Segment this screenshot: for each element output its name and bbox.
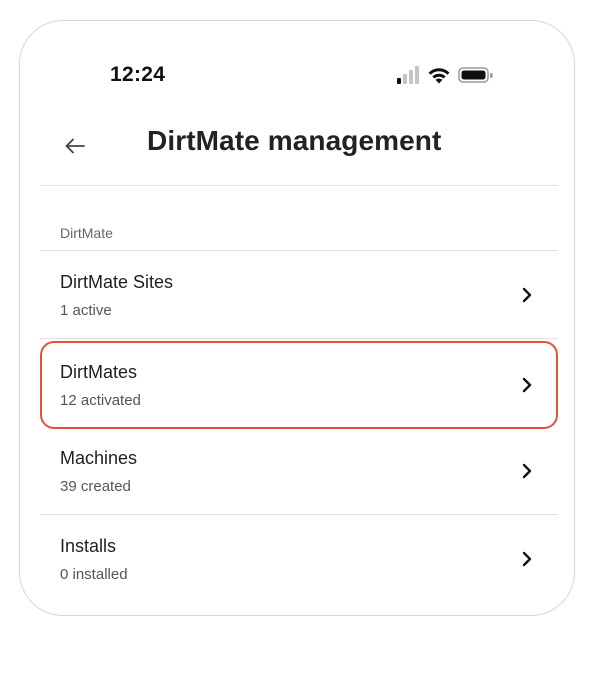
list-item-dirtmates[interactable]: DirtMates 12 activated bbox=[40, 341, 558, 429]
phone-frame: 12:24 DirtMate management DirtMate DirtM… bbox=[19, 20, 575, 616]
status-icons bbox=[396, 65, 516, 85]
chevron-right-icon bbox=[522, 287, 532, 303]
section-label: DirtMate bbox=[60, 225, 113, 241]
header-divider bbox=[40, 185, 558, 186]
chevron-right-icon bbox=[522, 463, 532, 479]
item-title: DirtMate Sites bbox=[60, 272, 174, 292]
item-title: Machines bbox=[60, 448, 138, 468]
item-subtitle: 12 activated bbox=[60, 392, 141, 409]
item-subtitle: 1 active bbox=[60, 302, 112, 319]
wifi-icon bbox=[428, 68, 450, 84]
item-subtitle: 39 created bbox=[60, 478, 131, 495]
item-subtitle: 0 installed bbox=[60, 566, 128, 583]
status-bar: 12:24 bbox=[20, 21, 574, 121]
battery-icon bbox=[458, 67, 493, 83]
list-item-dirtmate-sites[interactable]: DirtMate Sites 1 active bbox=[40, 251, 558, 339]
item-title: DirtMates bbox=[60, 362, 138, 382]
signal-icon bbox=[397, 66, 419, 84]
status-time: 12:24 bbox=[110, 63, 166, 86]
header: DirtMate management bbox=[20, 121, 574, 185]
list-item-installs[interactable]: Installs 0 installed bbox=[40, 515, 558, 603]
list-item-machines[interactable]: Machines 39 created bbox=[40, 427, 558, 515]
chevron-right-icon bbox=[522, 377, 532, 393]
back-button[interactable] bbox=[58, 129, 92, 163]
arrow-left-icon bbox=[65, 138, 85, 154]
row-divider bbox=[40, 338, 558, 339]
item-title: Installs bbox=[60, 536, 117, 556]
chevron-right-icon bbox=[522, 551, 532, 567]
page-title: DirtMate management bbox=[147, 125, 442, 156]
